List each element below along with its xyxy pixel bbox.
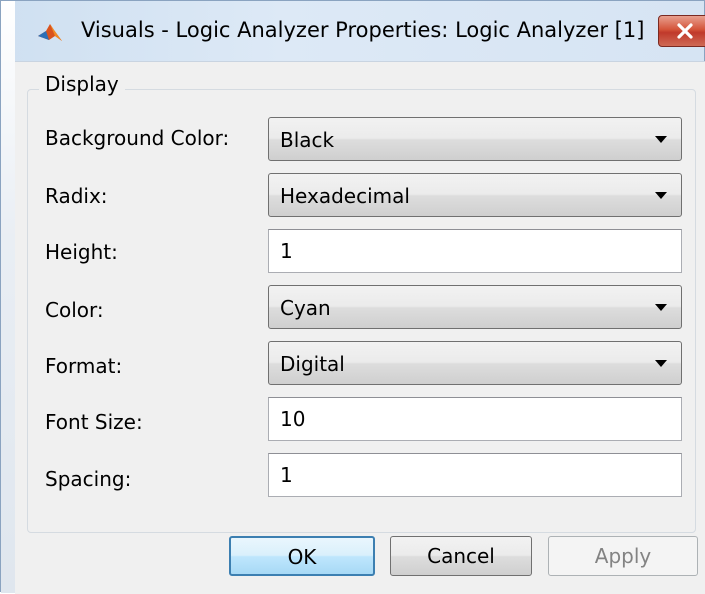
close-icon: [677, 23, 693, 39]
background-color-label: Background Color:: [45, 126, 230, 150]
chevron-down-icon: [655, 192, 667, 199]
format-value: Digital: [280, 352, 345, 376]
cancel-button[interactable]: Cancel: [390, 536, 532, 576]
spacing-field[interactable]: [268, 453, 682, 497]
color-value: Cyan: [280, 296, 331, 320]
color-label: Color:: [45, 298, 104, 322]
ok-button[interactable]: OK: [229, 536, 375, 576]
apply-button[interactable]: Apply: [548, 536, 698, 576]
spacing-input[interactable]: [269, 454, 681, 496]
font-size-input[interactable]: [269, 398, 681, 440]
background-window-edge: [1, 1, 15, 593]
close-button[interactable]: [658, 15, 705, 47]
format-dropdown[interactable]: Digital: [268, 341, 682, 385]
height-label: Height:: [45, 240, 118, 264]
chevron-down-icon: [655, 304, 667, 311]
chevron-down-icon: [655, 136, 667, 143]
font-size-label: Font Size:: [45, 410, 143, 434]
font-size-field[interactable]: [268, 397, 682, 441]
dialog-client-area: Display Background Color: Black Radix: H…: [15, 61, 705, 594]
color-dropdown[interactable]: Cyan: [268, 285, 682, 329]
chevron-down-icon: [655, 360, 667, 367]
title-bar[interactable]: Visuals - Logic Analyzer Properties: Log…: [15, 1, 705, 61]
background-color-dropdown[interactable]: Black: [268, 117, 682, 161]
height-field[interactable]: [268, 229, 682, 273]
radix-dropdown[interactable]: Hexadecimal: [268, 173, 682, 217]
background-color-value: Black: [280, 128, 335, 152]
spacing-label: Spacing:: [45, 467, 132, 491]
format-label: Format:: [45, 354, 123, 378]
properties-dialog: Visuals - Logic Analyzer Properties: Log…: [0, 0, 705, 594]
radix-value: Hexadecimal: [280, 184, 410, 208]
window-title: Visuals - Logic Analyzer Properties: Log…: [81, 18, 645, 42]
display-group-label: Display: [39, 72, 125, 96]
radix-label: Radix:: [45, 184, 108, 208]
matlab-icon: [38, 24, 62, 41]
height-input[interactable]: [269, 230, 681, 272]
